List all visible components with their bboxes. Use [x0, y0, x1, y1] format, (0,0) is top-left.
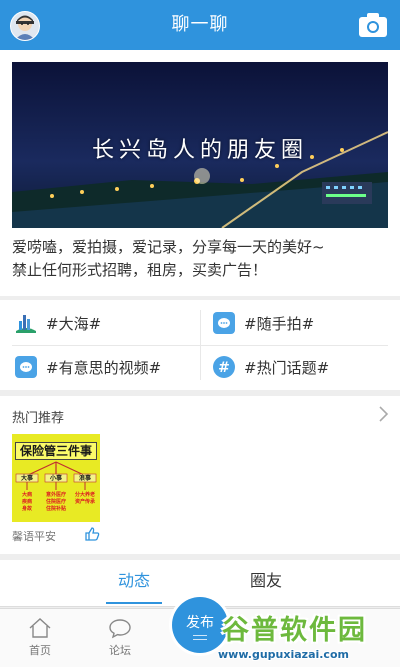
topic-snapshot[interactable]: #随手拍# [212, 308, 392, 338]
chat-icon [109, 619, 131, 639]
topic-label: #随手拍# [244, 314, 315, 333]
card-column-label: 大事 [20, 475, 33, 482]
banner-caption: 长兴岛人的朋友圈 [91, 138, 308, 163]
circle-description: 爱唠嗑，爱拍摄，爱记录，分享每一天的美好~ 禁止任何形式招聘，租房，买卖广告！ [12, 236, 388, 282]
card-column-label: 浪事 [78, 475, 91, 482]
sea-building-icon [16, 315, 36, 333]
page-title: 聊一聊 [171, 14, 229, 35]
nav-label: 论坛 [109, 644, 131, 657]
topic-label: #有意思的视频# [46, 358, 162, 377]
publish-bar [193, 639, 207, 640]
nav-home[interactable]: 首页 [10, 617, 70, 658]
card-sub-label: 大病 疾病 身故 [21, 492, 32, 512]
topic-label: #大海# [46, 314, 102, 333]
hot-recommendations: 热门推荐 保险管三件事 大事 小事 浪事 大病 疾病 身故 意外医疗 住院医疗 … [0, 396, 400, 554]
topic-grid: #大海# #随手拍# #有意思的视频# # #热门话题# [0, 300, 400, 390]
circle-intro-card: 长兴岛人的朋友圈 爱唠嗑，爱拍摄，爱记录，分享每一天的美好~ 禁止任何形式招聘，… [0, 50, 400, 296]
publish-bar [193, 635, 207, 636]
card-column-label: 小事 [49, 475, 62, 482]
section-title: 热门推荐 [12, 411, 65, 426]
watermark-url: www.gupuxiazai.com [218, 648, 349, 661]
topic-sea[interactable]: #大海# [14, 308, 194, 338]
svg-text:#: # [218, 360, 230, 376]
home-icon [29, 618, 51, 638]
active-tab-indicator [106, 602, 162, 604]
recommend-card[interactable]: 保险管三件事 大事 小事 浪事 大病 疾病 身故 意外医疗 住院医疗 住院补贴 … [12, 434, 100, 522]
card-caption: 馨语平安 [12, 530, 56, 543]
top-bar: 聊一聊 [0, 0, 400, 50]
chevron-right-icon[interactable] [378, 404, 390, 424]
card-sub-label: 分大养老 资产传承 [74, 492, 95, 505]
camera-icon[interactable] [358, 12, 388, 38]
nav-forum[interactable]: 论坛 [90, 617, 150, 658]
tab-dynamic[interactable]: 动态 [74, 560, 194, 604]
topic-label: #热门话题# [244, 358, 330, 377]
thumbs-up-icon[interactable] [84, 526, 100, 542]
watermark-title: 谷普软件园 [222, 615, 367, 646]
watermark: 谷普软件园 www.gupuxiazai.com [218, 606, 400, 666]
chat-bubble-icon [15, 356, 37, 378]
card-sub-label: 意外医疗 住院医疗 住院补贴 [45, 492, 66, 512]
hashtag-icon: # [213, 356, 235, 378]
nav-label: 首页 [29, 644, 51, 657]
banner-image[interactable]: 长兴岛人的朋友圈 [12, 62, 388, 228]
topic-interesting-videos[interactable]: #有意思的视频# [14, 352, 194, 382]
topic-hot-topics[interactable]: # #热门话题# [212, 352, 392, 382]
description-line: 禁止任何形式招聘，租房，买卖广告！ [12, 261, 268, 279]
description-line: 爱唠嗑，爱拍摄，爱记录，分享每一天的美好~ [12, 238, 325, 256]
chat-bubble-icon [213, 312, 235, 334]
tab-circle-friends[interactable]: 圈友 [206, 560, 326, 604]
divider [200, 310, 201, 380]
